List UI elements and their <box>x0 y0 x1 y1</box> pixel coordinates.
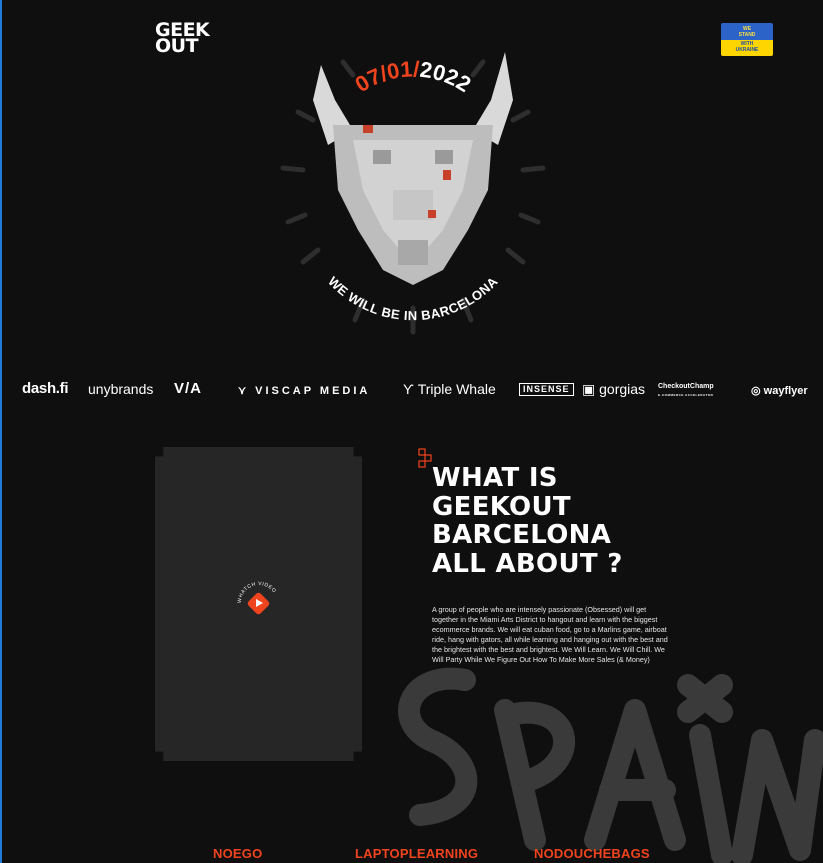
partner-logo-unybrands[interactable]: unybrands <box>88 380 153 398</box>
about-title-line-3: BARCELONA <box>432 520 612 550</box>
whale-tail-icon: ϒ <box>403 381 418 397</box>
partner-logo-gorgias[interactable]: ▣ gorgias <box>582 380 645 398</box>
geekout-logo[interactable]: GEEK OUT <box>155 21 219 58</box>
wayflyer-label: wayflyer <box>763 385 808 397</box>
about-title: WHAT IS GEEKOUT BARCELONA ALL ABOUT ? <box>432 464 692 578</box>
triple-whale-label: Triple Whale <box>417 381 496 397</box>
about-title-line-4: ALL ABOUT ? <box>432 548 623 579</box>
bottom-link-noego[interactable]: NOEGO <box>213 846 262 861</box>
left-edge-scrollbar[interactable] <box>0 0 2 863</box>
badge-line-4: UKRAINE <box>735 46 759 53</box>
bottom-link-nodouchebags[interactable]: NODOUCHEBAGS <box>534 846 650 861</box>
partner-logos-strip: dash.fi unybrands V/A ⋎ VISCAP MEDIA ϒ T… <box>0 372 823 408</box>
wayflyer-icon: ◎ <box>751 385 764 397</box>
partner-logo-checkoutchamp[interactable]: CheckoutChamp E-COMMERCE ACCELERATOR <box>658 383 714 399</box>
event-date-highlight: 07/01/ <box>351 56 420 97</box>
partner-logo-viscap-media[interactable]: ⋎ VISCAP MEDIA <box>238 382 370 400</box>
partner-logo-wayflyer[interactable]: ◎ wayflyer <box>751 382 808 400</box>
viscap-icon: ⋎ <box>238 385 256 397</box>
event-date: 07/01/2022 <box>351 56 476 97</box>
badge-line-2: STAND <box>738 32 756 38</box>
bull-illustration: 07/01/2022 WE WILL BE IN BARCELONA <box>280 52 546 335</box>
gorgias-label: gorgias <box>599 381 646 397</box>
about-title-line-2: GEEKOUT <box>432 491 571 522</box>
spain-graffiti: SPAIN <box>398 667 823 863</box>
stand-with-ukraine-badge[interactable]: WE STAND WITH UKRAINE <box>721 23 773 56</box>
event-date-year: 2022 <box>418 57 475 97</box>
checkoutchamp-sub: E-COMMERCE ACCELERATOR <box>658 393 714 397</box>
partner-logo-via[interactable]: V/A <box>174 380 202 398</box>
partner-logo-triple-whale[interactable]: ϒ Triple Whale <box>403 380 496 398</box>
about-title-line-1: WHAT IS <box>432 463 558 493</box>
partner-logo-insense[interactable]: INSENSE <box>519 383 574 396</box>
checkoutchamp-label: CheckoutChamp <box>658 383 714 390</box>
bottom-link-laptoplearning[interactable]: LAPTOPLEARNING <box>355 846 478 861</box>
logo-line-2: OUT <box>155 35 199 57</box>
partner-logo-dashfi[interactable]: dash.fi <box>22 380 69 398</box>
hero-bull-graphic: 07/01/2022 WE WILL BE IN BARCELONA <box>243 40 583 350</box>
gorgias-icon: ▣ <box>582 381 600 397</box>
viscap-label: VISCAP MEDIA <box>255 385 371 397</box>
